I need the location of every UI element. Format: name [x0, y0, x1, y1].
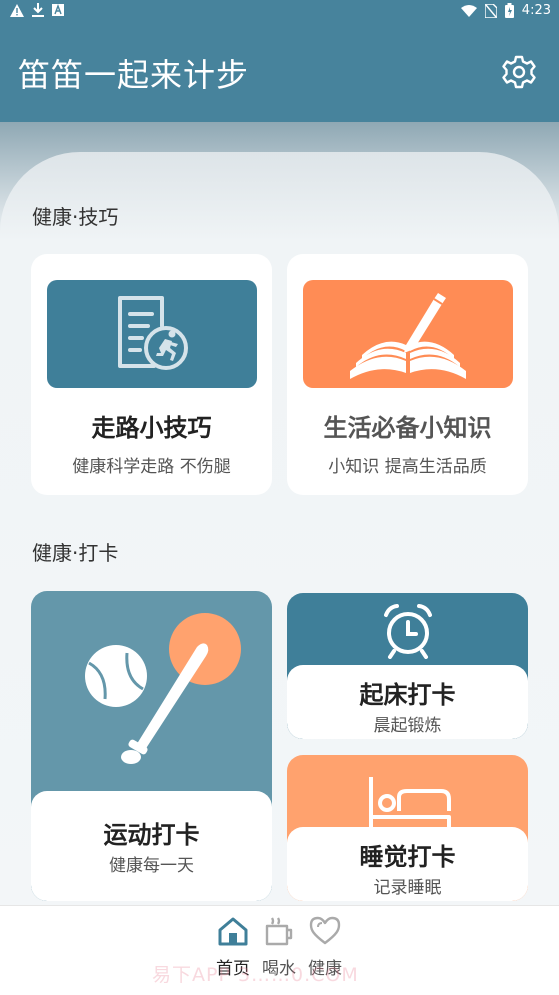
life-knowledge-image — [303, 280, 513, 388]
wake-checkin-label: 起床打卡 晨起锻炼 — [287, 665, 528, 739]
life-knowledge-card[interactable]: 生活必备小知识 小知识 提高生活品质 — [287, 254, 528, 495]
app-bar: 4:23 笛笛一起来计步 — [0, 0, 559, 122]
heart-icon — [309, 916, 341, 945]
walking-tips-card[interactable]: 走路小技巧 健康科学走路 不伤腿 — [31, 254, 272, 495]
wake-checkin-title: 起床打卡 — [359, 681, 456, 709]
wifi-icon — [460, 4, 477, 17]
font-icon — [52, 4, 64, 16]
sleep-checkin-title: 睡觉打卡 — [359, 843, 456, 871]
checkin-section-title: 健康·打卡 — [32, 541, 119, 565]
tips-section-title: 健康·技巧 — [32, 205, 119, 229]
page-title: 笛笛一起来计步 — [18, 56, 250, 94]
warning-icon — [10, 3, 24, 17]
alarm-clock-icon — [384, 604, 432, 659]
wake-checkin-card[interactable]: 起床打卡 晨起锻炼 — [287, 593, 528, 739]
open-book-pen-icon — [350, 293, 466, 379]
home-icon — [218, 917, 248, 946]
life-knowledge-title: 生活必备小知识 — [323, 414, 492, 442]
status-bar: 4:23 — [0, 0, 559, 24]
sport-checkin-card[interactable]: 运动打卡 健康每一天 — [31, 591, 272, 901]
sleep-checkin-card[interactable]: 睡觉打卡 记录睡眠 — [287, 755, 528, 901]
sport-checkin-subtitle: 健康每一天 — [109, 856, 194, 876]
walking-tips-image — [47, 280, 257, 388]
sleep-checkin-label: 睡觉打卡 记录睡眠 — [287, 827, 528, 901]
life-knowledge-subtitle: 小知识 提高生活品质 — [328, 457, 487, 477]
gear-icon[interactable] — [501, 54, 537, 90]
watermark: 易下APP 3……0.COM — [152, 964, 359, 986]
download-icon — [32, 3, 44, 17]
wake-checkin-subtitle: 晨起锻炼 — [373, 716, 442, 736]
sport-checkin-label: 运动打卡 健康每一天 — [31, 791, 272, 901]
walking-tips-title: 走路小技巧 — [91, 414, 212, 442]
cup-icon — [265, 917, 293, 946]
status-time: 4:23 — [521, 3, 551, 18]
bed-icon — [369, 777, 451, 829]
sleep-checkin-subtitle: 记录睡眠 — [373, 878, 442, 898]
sport-checkin-title: 运动打卡 — [103, 821, 200, 849]
battery-icon — [504, 3, 514, 18]
walking-tips-subtitle: 健康科学走路 不伤腿 — [72, 457, 231, 477]
no-sim-icon — [484, 3, 497, 18]
baseball-bat-icon — [85, 613, 241, 764]
document-runner-icon — [118, 296, 188, 370]
